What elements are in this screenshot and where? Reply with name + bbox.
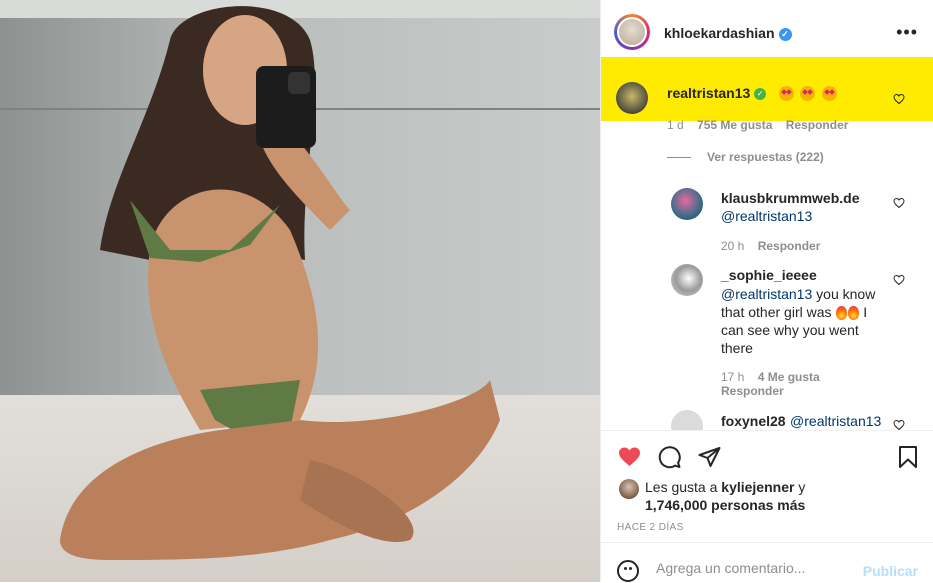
liked-count[interactable]: 1,746,000 personas más [645,497,805,513]
star-struck-emoji-group [777,85,837,102]
comment-avatar-realtristan13[interactable] [616,82,648,114]
reply-mention[interactable]: @realtristan13 [721,208,812,224]
comment-like-heart-icon[interactable] [893,419,905,430]
post-side-panel: khloekardashian ✓ ••• realtristan13 ✓ 1 d [600,0,933,582]
comment-like-heart-icon[interactable] [893,93,905,105]
publish-button[interactable]: Publicar [863,563,918,579]
heart-filled-icon[interactable] [617,445,642,469]
comment-username[interactable]: realtristan13 [667,85,750,101]
smiley-icon[interactable] [617,560,639,582]
author-username-text[interactable]: khloekardashian [664,25,775,41]
fire-emoji [848,306,860,321]
author-avatar[interactable] [614,14,650,50]
avatar-image [619,19,645,45]
author-username[interactable]: khloekardashian ✓ [664,25,792,41]
top-comment-meta: 1 d 755 Me gusta Responder [667,118,848,132]
top-comment: realtristan13 ✓ [667,85,837,103]
reply-3: foxynel28 @realtristan13 [721,412,921,430]
comment-time[interactable]: 1 d [667,118,684,132]
verified-badge-icon: ✓ [778,27,792,41]
comment-icon[interactable] [657,445,682,469]
photo-figure-illustration [60,6,500,560]
instagram-post-window: khloekardashian ✓ ••• realtristan13 ✓ 1 d [0,0,933,582]
comment-like-heart-icon[interactable] [893,197,905,209]
reply-username[interactable]: klausbkrummweb.de [721,190,901,206]
comments-list[interactable]: realtristan13 ✓ 1 d 755 Me gusta Responde… [601,57,933,430]
reply-link[interactable]: Responder [721,384,784,398]
reply-1-meta: 20 h Responder [721,239,820,253]
paper-plane-icon[interactable] [697,445,722,469]
reply-link[interactable]: Responder [758,239,821,253]
bookmark-icon[interactable] [896,445,920,469]
post-actions: Les gusta a kyliejenner y 1,746,000 pers… [601,430,933,543]
reply-1: klausbkrummweb.de @realtristan13 [721,190,901,225]
comment-time[interactable]: 20 h [721,239,744,253]
star-struck-emoji [778,86,794,102]
post-header: khloekardashian ✓ ••• [601,0,933,65]
add-comment-bar: Publicar [601,542,933,583]
fire-emoji [836,306,848,321]
reply-link[interactable]: Responder [786,118,849,132]
comment-input[interactable] [656,560,856,576]
comment-time[interactable]: 17 h [721,370,744,384]
likes-summary: Les gusta a kyliejenner y 1,746,000 pers… [645,478,805,514]
star-struck-emoji [800,86,816,102]
reply-mention[interactable]: @realtristan13 [790,413,881,429]
liked-user[interactable]: kyliejenner [721,479,794,495]
reply-2-meta: 17 h 4 Me gusta Responder [721,370,851,398]
liker-avatar[interactable] [619,479,639,499]
comment-likes-count[interactable]: 755 Me gusta [697,118,772,132]
comment-avatar-klausbkrummweb[interactable] [671,188,703,220]
reply-mention[interactable]: @realtristan13 [721,286,812,302]
star-struck-emoji [821,86,837,102]
view-replies-label[interactable]: Ver respuestas (222) [707,150,824,164]
comment-avatar-foxynel28[interactable] [671,410,703,430]
comment-like-heart-icon[interactable] [893,274,905,286]
reply-username[interactable]: _sophie_ieeee [721,267,886,283]
green-check-icon: ✓ [754,87,767,100]
liked-mid: y [794,479,806,495]
view-replies-line [667,157,691,158]
reply-2: _sophie_ieeee @realtristan13 you know th… [721,267,886,357]
view-replies-link[interactable]: Ver respuestas (222) [707,150,824,164]
comment-likes-count[interactable]: 4 Me gusta [758,370,820,384]
post-time-ago[interactable]: HACE 2 DÍAS [617,522,684,533]
post-photo[interactable] [0,0,600,582]
more-horizontal-icon[interactable]: ••• [896,22,918,43]
comment-avatar-sophie[interactable] [671,264,703,296]
liked-prefix: Les gusta a [645,479,722,495]
reply-username[interactable]: foxynel28 [721,413,786,429]
